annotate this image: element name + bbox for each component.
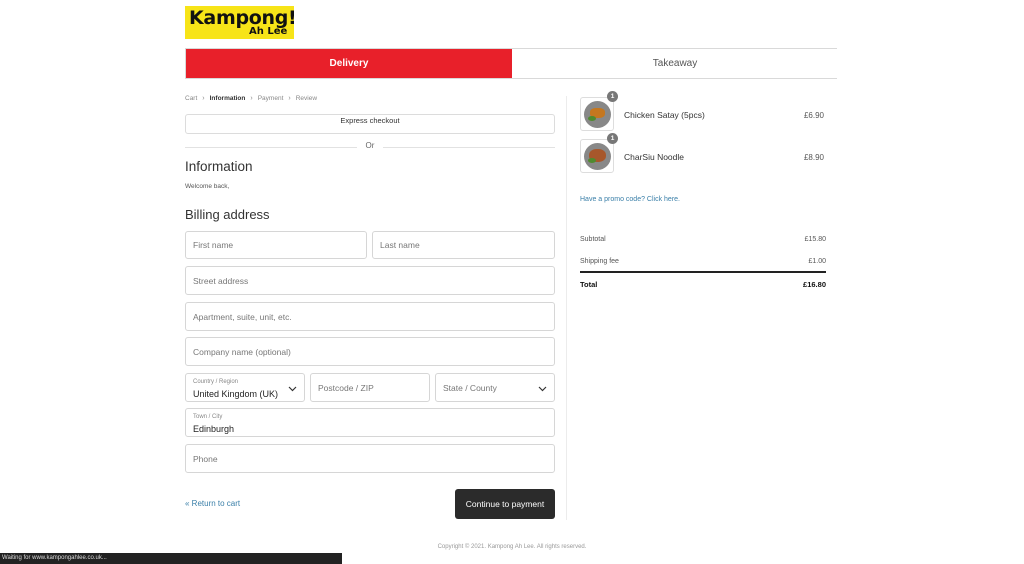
item-price: £8.90 <box>803 153 824 162</box>
return-to-cart-link[interactable]: « Return to cart <box>185 499 240 508</box>
information-heading: Information <box>185 159 253 174</box>
town-field[interactable]: Town / City Edinburgh <box>185 408 555 437</box>
breadcrumb-payment: Payment <box>257 95 284 102</box>
or-separator: Or <box>185 140 555 154</box>
town-value: Edinburgh <box>193 424 235 434</box>
order-type-tabs: Delivery Takeaway <box>185 48 838 79</box>
chicken-satay-image <box>580 97 614 131</box>
continue-to-payment-button[interactable]: Continue to payment <box>455 489 555 519</box>
postcode-field[interactable]: Postcode / ZIP <box>310 373 430 402</box>
country-value: United Kingdom (UK) <box>193 389 279 399</box>
tab-takeaway[interactable]: Takeaway <box>512 49 838 78</box>
country-label: Country / Region <box>193 379 239 385</box>
chevron-down-icon <box>288 379 297 397</box>
item-name: CharSiu Noodle <box>624 152 685 162</box>
street-address-field[interactable]: Street address <box>185 266 555 295</box>
total-value: £16.80 <box>803 280 826 289</box>
total-label: Total <box>580 280 598 289</box>
breadcrumb-review: Review <box>295 95 318 102</box>
chevron-down-icon <box>538 379 547 397</box>
quantity-badge: 1 <box>607 91 618 102</box>
company-name-placeholder: Company name (optional) <box>193 346 291 357</box>
subtotal-label: Subtotal <box>580 236 606 243</box>
phone-field[interactable]: Phone <box>185 444 555 473</box>
chevron-right-icon: › <box>250 95 253 102</box>
apartment-placeholder: Apartment, suite, unit, etc. <box>193 311 292 322</box>
copyright-text: Copyright © 2021. Kampong Ah Lee. All ri… <box>437 544 587 550</box>
shipping-value: £1.00 <box>808 258 826 265</box>
divider <box>580 271 826 273</box>
first-name-placeholder: First name <box>193 240 234 250</box>
state-placeholder: State / County <box>443 382 497 393</box>
express-checkout-label: Express checkout <box>340 116 400 125</box>
item-name: Chicken Satay (5pcs) <box>624 110 705 120</box>
chevron-right-icon: › <box>202 95 205 102</box>
shipping-label: Shipping fee <box>580 258 619 265</box>
street-address-placeholder: Street address <box>193 275 249 286</box>
country-select[interactable]: Country / Region United Kingdom (UK) <box>185 373 305 402</box>
browser-status-bar: Waiting for www.kampongahlee.co.uk... <box>0 553 342 564</box>
subtotal-value: £15.80 <box>804 236 826 243</box>
total-row: Total £16.80 <box>580 280 826 289</box>
state-select[interactable]: State / County <box>435 373 555 402</box>
quantity-badge: 1 <box>607 133 618 144</box>
billing-heading: Billing address <box>185 207 270 222</box>
breadcrumb-information: Information <box>209 95 246 102</box>
column-divider <box>566 96 567 520</box>
chevron-right-icon: › <box>288 95 291 102</box>
phone-placeholder: Phone <box>193 453 218 464</box>
apartment-field[interactable]: Apartment, suite, unit, etc. <box>185 302 555 331</box>
welcome-text: Welcome back, <box>185 183 230 190</box>
last-name-placeholder: Last name <box>380 240 420 250</box>
breadcrumb: Cart › Information › Payment › Review <box>185 95 317 102</box>
express-checkout-box[interactable]: Express checkout <box>185 114 555 134</box>
site-logo[interactable]: Kampong! Ah Lee <box>185 6 297 39</box>
company-name-field[interactable]: Company name (optional) <box>185 337 555 366</box>
breadcrumb-cart[interactable]: Cart <box>185 95 197 102</box>
promo-code-link[interactable]: Have a promo code? Click here. <box>580 196 680 203</box>
first-name-field[interactable]: First name <box>185 231 367 259</box>
postcode-placeholder: Postcode / ZIP <box>318 382 374 393</box>
subtotal-row: Subtotal £15.80 <box>580 236 826 243</box>
or-label: Or <box>365 141 375 150</box>
cart-item: 1 Chicken Satay (5pcs) £6.90 <box>580 91 826 131</box>
tab-delivery[interactable]: Delivery <box>186 49 512 78</box>
charsiu-noodle-image <box>580 139 614 173</box>
shipping-row: Shipping fee £1.00 <box>580 258 826 265</box>
cart-item: 1 CharSiu Noodle £8.90 <box>580 133 826 173</box>
logo-subtitle: Ah Lee <box>249 26 288 37</box>
item-price: £6.90 <box>803 111 824 120</box>
last-name-field[interactable]: Last name <box>372 231 555 259</box>
town-label: Town / City <box>193 414 223 420</box>
